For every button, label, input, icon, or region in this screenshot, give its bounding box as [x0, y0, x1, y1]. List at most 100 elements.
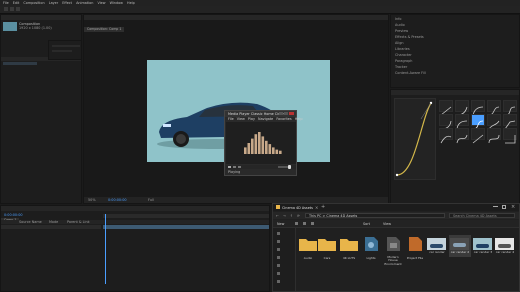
ease-preset[interactable] — [503, 128, 517, 144]
minimize-button[interactable] — [279, 112, 283, 115]
pause-button[interactable] — [233, 166, 236, 168]
menu-help[interactable]: Help — [127, 1, 135, 5]
menu-file[interactable]: File — [3, 1, 9, 5]
hand-tool-icon[interactable] — [10, 7, 14, 11]
address-bar[interactable]: This PC > Cinema 4D Assets — [305, 213, 445, 218]
file-item[interactable]: car render — [427, 236, 447, 254]
eq-bar — [258, 132, 261, 154]
view-button[interactable]: View — [383, 222, 391, 226]
timeline-current-time[interactable]: 0:00:00:00 — [4, 213, 23, 217]
file-item[interactable]: car render 3 — [473, 236, 493, 254]
right-panel-item-preview[interactable]: Preview — [395, 29, 408, 33]
right-panel-item-info[interactable]: Info — [395, 17, 401, 21]
cut-icon[interactable] — [295, 222, 298, 225]
play-button[interactable] — [228, 166, 231, 168]
ease-preset[interactable] — [471, 100, 485, 116]
ease-curve-graph[interactable] — [394, 98, 436, 180]
right-panel-item-paragraph[interactable]: Paragraph — [395, 59, 412, 63]
forward-icon[interactable]: → — [283, 214, 286, 218]
time-ruler[interactable] — [103, 214, 269, 218]
menu-edit[interactable]: Edit — [13, 1, 20, 5]
ease-preset[interactable] — [471, 128, 485, 144]
mp-menu-navigate[interactable]: Navigate — [258, 117, 273, 121]
file-item[interactable]: car render 4 — [495, 236, 515, 254]
eq-bar — [251, 138, 254, 154]
nav-gallery-icon[interactable] — [277, 240, 280, 243]
ease-preset[interactable] — [487, 128, 501, 144]
file-item[interactable]: Modern House Enviroment — [383, 236, 403, 266]
file-item[interactable]: Cars — [317, 236, 337, 260]
close-button[interactable] — [289, 112, 294, 115]
app-menu[interactable]: File Edit Composition Layer Effect Anima… — [3, 1, 135, 5]
nav-home-icon[interactable] — [277, 232, 280, 235]
menu-window[interactable]: Window — [110, 1, 123, 5]
file-item[interactable]: Audio — [298, 236, 318, 260]
nav-desktop-icon[interactable] — [277, 248, 280, 251]
playhead[interactable] — [105, 214, 106, 284]
timeline-layer-row[interactable] — [1, 225, 101, 229]
close-icon[interactable]: × — [511, 204, 515, 210]
ease-preset[interactable] — [455, 128, 469, 144]
ease-preset-selected[interactable] — [471, 114, 485, 130]
menu-layer[interactable]: Layer — [49, 1, 58, 5]
nav-music-icon[interactable] — [277, 280, 280, 283]
mp-menu-help[interactable]: Help — [295, 117, 303, 121]
file-item-selected[interactable]: car render 2 — [449, 235, 471, 257]
volume-handle[interactable] — [288, 165, 291, 169]
selection-tool-icon[interactable] — [4, 7, 8, 11]
tab-composition[interactable]: Composition: Comp 1 — [84, 27, 125, 32]
ease-preset[interactable] — [487, 100, 501, 116]
file-item[interactable]: 4K LUTS — [339, 236, 359, 260]
right-panel-item-tracker[interactable]: Tracker — [395, 65, 407, 69]
zoom-tool-icon[interactable] — [16, 7, 20, 11]
zoom-level[interactable]: 50% — [88, 198, 96, 202]
ease-preset[interactable] — [455, 100, 469, 116]
project-list-item[interactable] — [3, 62, 37, 65]
right-panel-item-character[interactable]: Character — [395, 53, 412, 57]
explorer-title: Cinema 4D Assets — [282, 205, 313, 210]
refresh-icon[interactable]: ⟳ — [297, 214, 300, 218]
menu-composition[interactable]: Composition — [23, 1, 44, 5]
right-panel-item-effects[interactable]: Effects & Presets — [395, 35, 424, 39]
right-panel-item-audio[interactable]: Audio — [395, 23, 405, 27]
mp-menu-file[interactable]: File — [228, 117, 234, 121]
mp-menu-view[interactable]: View — [237, 117, 245, 121]
nav-pictures-icon[interactable] — [277, 272, 280, 275]
copy-icon[interactable] — [303, 222, 306, 225]
ease-preset[interactable] — [503, 114, 517, 130]
menu-animation[interactable]: Animation — [76, 1, 93, 5]
back-icon[interactable]: ← — [276, 214, 279, 218]
nav-downloads-icon[interactable] — [277, 256, 280, 259]
layer-duration-bar[interactable] — [103, 225, 269, 229]
new-tab-icon[interactable]: + — [321, 205, 325, 210]
mp-menu-favorites[interactable]: Favorites — [276, 117, 291, 121]
mp-menu-play[interactable]: Play — [248, 117, 255, 121]
menu-view[interactable]: View — [97, 1, 105, 5]
stop-button[interactable] — [238, 166, 241, 168]
ease-preset[interactable] — [487, 114, 501, 130]
right-panel-item-content-aware-fill[interactable]: Content-Aware Fill — [395, 71, 426, 75]
col-mode: Mode — [49, 220, 59, 224]
sort-button[interactable]: Sort — [363, 222, 370, 226]
ease-preset[interactable] — [439, 100, 453, 116]
nav-documents-icon[interactable] — [277, 264, 280, 267]
ease-preset[interactable] — [455, 114, 469, 130]
ease-preset[interactable] — [439, 114, 453, 130]
minimize-icon[interactable] — [493, 206, 498, 207]
paste-icon[interactable] — [311, 222, 314, 225]
new-button[interactable]: New — [277, 222, 284, 226]
up-icon[interactable]: ↑ — [290, 214, 293, 218]
resolution-select[interactable]: Full — [148, 198, 154, 202]
ease-preset[interactable] — [503, 100, 517, 116]
search-box[interactable]: Search Cinema 4D Assets — [449, 213, 515, 218]
file-item[interactable]: Project File — [405, 236, 425, 260]
maximize-icon[interactable] — [502, 205, 506, 209]
ease-preset[interactable] — [439, 128, 453, 144]
file-item[interactable]: Lights — [361, 236, 381, 260]
menu-effect[interactable]: Effect — [62, 1, 72, 5]
maximize-button[interactable] — [284, 112, 288, 115]
right-panel-item-libraries[interactable]: Libraries — [395, 47, 410, 51]
close-tab-icon[interactable]: × — [315, 205, 318, 209]
right-panel-item-align[interactable]: Align — [395, 41, 404, 45]
current-time[interactable]: 0:00:00:00 — [108, 198, 127, 202]
